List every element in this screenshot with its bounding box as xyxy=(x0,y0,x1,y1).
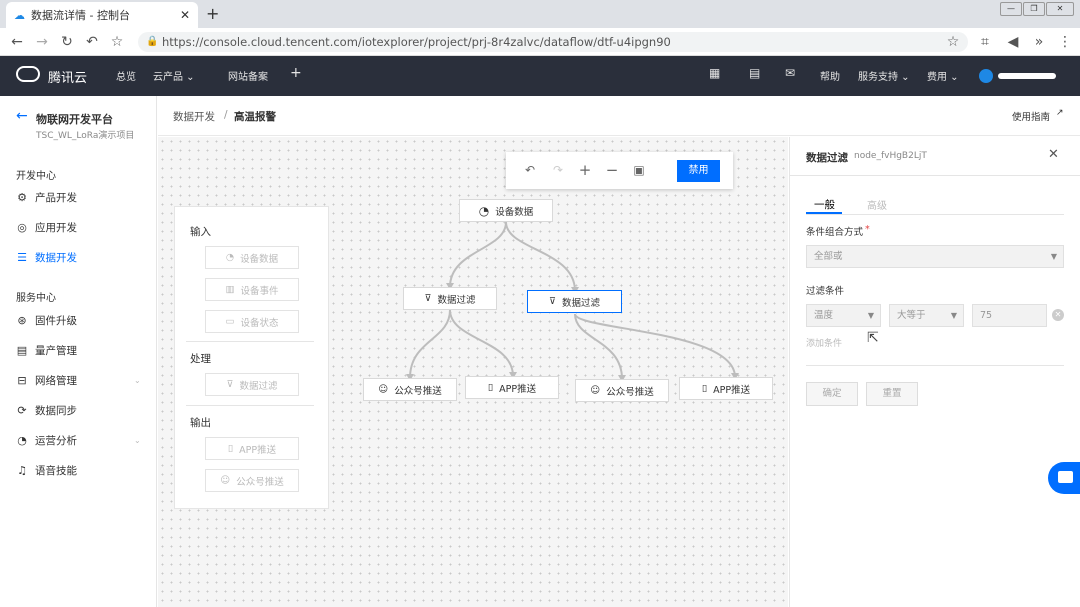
monitor-icon: ▭ xyxy=(225,316,235,327)
mouse-cursor-icon: ⇱ xyxy=(867,330,879,346)
palette-item-label: APP推送 xyxy=(239,444,277,456)
event-icon: ▥ xyxy=(225,284,235,295)
palette-device-event[interactable]: ▥ 设备事件 xyxy=(205,278,299,301)
node-label: 公众号推送 xyxy=(394,385,442,397)
undo-icon[interactable]: ↶ xyxy=(522,162,538,178)
edge-a-out1 xyxy=(409,309,451,379)
caret-down-icon: ▼ xyxy=(1050,252,1057,261)
palette-item-label: 公众号推送 xyxy=(236,476,284,488)
combine-label: 条件组合方式 xyxy=(806,227,864,238)
node-label: 公众号推送 xyxy=(606,386,654,398)
zoom-out-icon[interactable]: − xyxy=(604,162,620,178)
palette-divider xyxy=(186,405,314,406)
add-condition-link[interactable]: 添加条件 xyxy=(806,336,842,349)
phone-icon: ▯ xyxy=(227,443,234,454)
palette-device-data[interactable]: ◔ 设备数据 xyxy=(205,246,299,269)
node-filter-a[interactable]: ⊽ 数据过滤 xyxy=(403,287,497,310)
phone-icon: ▯ xyxy=(487,382,494,393)
zoom-in-icon[interactable]: + xyxy=(577,162,593,178)
chat-support-button[interactable] xyxy=(1048,462,1080,494)
filter-icon: ⊽ xyxy=(226,379,234,390)
palette-item-label: 设备状态 xyxy=(240,317,279,329)
palette-item-label: 数据过滤 xyxy=(239,380,278,392)
caret-down-icon: ▼ xyxy=(867,311,874,320)
palette-data-filter[interactable]: ⊽ 数据过滤 xyxy=(205,373,299,396)
palette-divider xyxy=(186,341,314,342)
node-config-panel: 数据过滤 node_fvHgB2LjT ✕ 一般 高级 条件组合方式 * 全部或… xyxy=(789,137,1080,607)
condition-field-value: 温度 xyxy=(814,310,834,321)
confirm-button[interactable]: 确定 xyxy=(806,382,858,406)
edge-a-out2 xyxy=(449,309,514,377)
redo-icon[interactable]: ↷ xyxy=(550,162,566,178)
palette-input-heading: 输入 xyxy=(190,226,211,238)
required-mark: * xyxy=(865,224,870,235)
wechat-icon: ☺ xyxy=(590,385,601,396)
node-wechat-push-b[interactable]: ☺ 公众号推送 xyxy=(575,379,669,402)
edge-root-filter-b xyxy=(505,221,576,292)
condition-operator-value: 大等于 xyxy=(897,310,926,321)
palette-app-push[interactable]: ▯ APP推送 xyxy=(205,437,299,460)
palette-device-status[interactable]: ▭ 设备状态 xyxy=(205,310,299,333)
close-icon[interactable]: ✕ xyxy=(1048,147,1059,162)
combine-select-value: 全部或 xyxy=(814,251,843,262)
node-app-push-b[interactable]: ▯ APP推送 xyxy=(679,377,773,400)
node-label: APP推送 xyxy=(713,384,751,396)
node-label: APP推送 xyxy=(499,383,537,395)
remove-condition-icon[interactable]: ✕ xyxy=(1052,309,1064,321)
panel-node-id: node_fvHgB2LjT xyxy=(854,151,927,161)
panel-divider xyxy=(790,175,1080,176)
save-icon[interactable]: ▣ xyxy=(631,162,647,178)
node-label: 数据过滤 xyxy=(437,294,476,306)
caret-down-icon: ▼ xyxy=(950,311,957,320)
tab-advanced[interactable]: 高级 xyxy=(867,197,887,212)
filter-conditions-label: 过滤条件 xyxy=(806,286,845,297)
edge-b-out2 xyxy=(574,313,736,378)
tab-general[interactable]: 一般 xyxy=(814,197,835,212)
panel-divider xyxy=(806,365,1064,366)
palette-process-heading: 处理 xyxy=(190,353,211,365)
tab-underline xyxy=(806,214,1064,215)
edge-root-filter-a xyxy=(449,221,507,288)
pie-icon: ◔ xyxy=(478,203,490,218)
condition-field-select[interactable]: 温度 ▼ xyxy=(806,304,881,327)
disable-button[interactable]: 禁用 xyxy=(677,160,720,182)
condition-value-input[interactable]: 75 xyxy=(972,304,1047,327)
pie-icon: ◔ xyxy=(225,252,235,263)
wechat-icon: ☺ xyxy=(220,475,231,486)
palette-item-label: 设备事件 xyxy=(240,285,279,297)
chat-icon xyxy=(1058,471,1073,483)
phone-icon: ▯ xyxy=(701,383,708,394)
node-label: 设备数据 xyxy=(495,206,534,218)
filter-icon: ⊽ xyxy=(424,293,432,304)
panel-title: 数据过滤 xyxy=(806,152,848,164)
node-label: 数据过滤 xyxy=(561,297,600,309)
palette-wechat-push[interactable]: ☺ 公众号推送 xyxy=(205,469,299,492)
node-wechat-push-a[interactable]: ☺ 公众号推送 xyxy=(363,378,457,401)
filter-icon: ⊽ xyxy=(549,296,556,307)
condition-value-text: 75 xyxy=(980,310,993,321)
wechat-icon: ☺ xyxy=(378,384,389,395)
node-filter-b-selected[interactable]: ⊽ 数据过滤 xyxy=(527,290,622,313)
condition-operator-select[interactable]: 大等于 ▼ xyxy=(889,304,964,327)
node-app-push-a[interactable]: ▯ APP推送 xyxy=(465,376,559,399)
reset-button[interactable]: 重置 xyxy=(866,382,918,406)
palette-item-label: 设备数据 xyxy=(240,253,279,265)
node-device-data[interactable]: ◔ 设备数据 xyxy=(459,199,553,222)
combine-select[interactable]: 全部或 ▼ xyxy=(806,245,1064,268)
palette-output-heading: 输出 xyxy=(190,417,211,429)
